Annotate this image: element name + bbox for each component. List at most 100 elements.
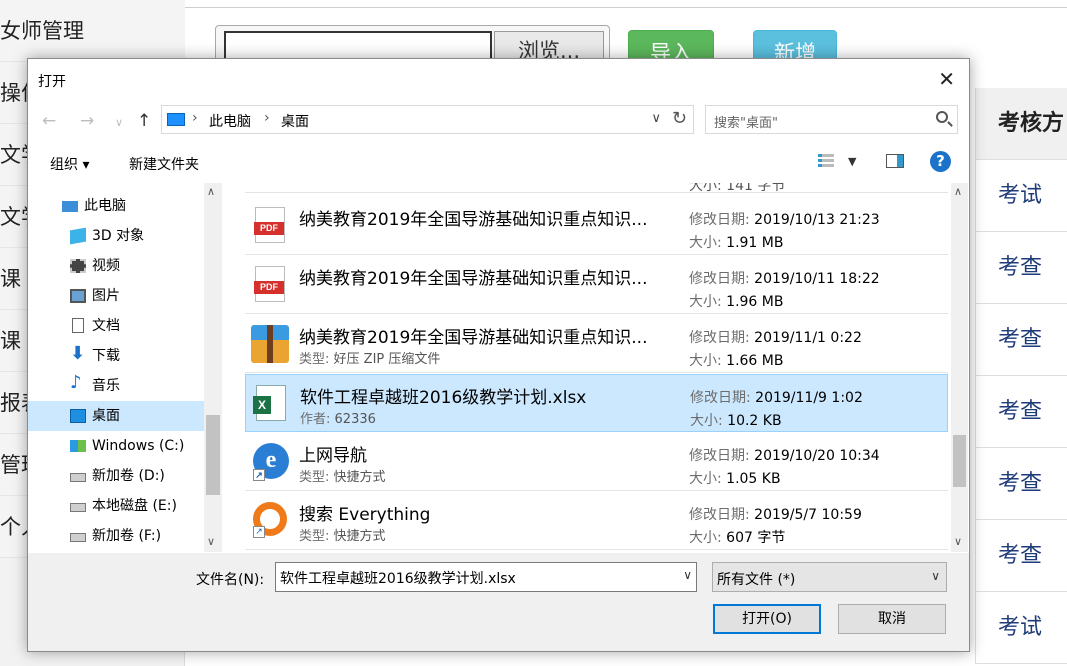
- address-segment-pc[interactable]: 此电脑: [209, 111, 251, 131]
- chevron-down-icon[interactable]: ▼: [848, 155, 856, 168]
- chevron-down-icon[interactable]: ∨: [683, 568, 692, 582]
- file-name: 软件工程卓越班2016级教学计划.xlsx: [300, 388, 587, 408]
- search-icon[interactable]: [936, 111, 948, 123]
- scroll-thumb[interactable]: [206, 415, 220, 495]
- file-size: 大小: 1.91 MB: [689, 235, 784, 251]
- refresh-icon[interactable]: ↻: [672, 108, 687, 129]
- list-item[interactable]: ↗ 搜索 Everything 类型: 快捷方式 修改日期: 2019/5/7 …: [245, 492, 948, 550]
- recent-dropdown-icon[interactable]: ∨: [115, 116, 123, 129]
- picture-icon: [70, 289, 86, 303]
- file-type: 类型: 好压 ZIP 压缩文件: [299, 352, 441, 367]
- tree-item-drive-d[interactable]: 新加卷 (D:): [28, 461, 204, 491]
- new-folder-button[interactable]: 新建文件夹: [129, 154, 199, 174]
- video-icon: [70, 259, 86, 273]
- list-item-partial[interactable]: 大小: 141 字节: [245, 183, 948, 194]
- file-date: 修改日期: 2019/10/11 18:22: [689, 271, 880, 287]
- cube-icon: [70, 227, 86, 245]
- address-segment-desktop[interactable]: 桌面: [281, 111, 309, 131]
- list-item[interactable]: 纳美教育2019年全国导游基础知识重点知识... 类型: 好压 ZIP 压缩文件…: [245, 315, 948, 373]
- help-icon[interactable]: ?: [930, 151, 951, 172]
- tree-item-label: Windows (C:): [92, 438, 185, 454]
- list-item[interactable]: e ↗ 上网导航 类型: 快捷方式 修改日期: 2019/10/20 10:34 …: [245, 433, 948, 491]
- search-box[interactable]: 搜索"桌面": [705, 105, 958, 134]
- file-size-partial: 大小: 141 字节: [689, 183, 786, 194]
- file-date: 修改日期: 2019/10/20 10:34: [689, 448, 880, 464]
- tree-item-label: 视频: [92, 258, 120, 274]
- tree-item-desktop[interactable]: 桌面: [28, 401, 204, 431]
- file-size: 大小: 607 字节: [689, 530, 786, 546]
- excel-file-icon: X: [253, 385, 286, 421]
- file-size: 大小: 1.66 MB: [689, 353, 784, 369]
- toolbar: 组织 ▾ 新建文件夹 ▼ ?: [28, 143, 969, 181]
- pc-icon: [62, 201, 78, 212]
- preview-pane-icon[interactable]: [886, 154, 904, 168]
- drive-icon: [70, 533, 86, 542]
- drive-icon: [70, 503, 86, 512]
- tree-item-drive-f[interactable]: 新加卷 (F:): [28, 521, 204, 551]
- tree-item-pc[interactable]: 此电脑: [28, 191, 204, 221]
- document-icon: [72, 318, 84, 333]
- chevron-right-icon[interactable]: ›: [192, 110, 198, 126]
- chevron-right-icon[interactable]: ›: [264, 110, 270, 126]
- dialog-footer: 文件名(N): 软件工程卓越班2016级教学计划.xlsx ∨ 所有文件 (*)…: [28, 553, 969, 651]
- tree-item-label: 新加卷 (D:): [92, 468, 165, 484]
- file-type: 类型: 快捷方式: [299, 529, 386, 544]
- list-item-selected[interactable]: X 软件工程卓越班2016级教学计划.xlsx 作者: 62336 修改日期: …: [245, 374, 948, 432]
- chevron-down-icon[interactable]: ∨: [931, 569, 940, 583]
- chevron-down-icon[interactable]: ∨: [651, 111, 661, 126]
- tree-item-music[interactable]: ♪ 音乐: [28, 371, 204, 401]
- tree-item-downloads[interactable]: ⬇ 下载: [28, 341, 204, 371]
- organize-menu[interactable]: 组织 ▾: [50, 154, 89, 174]
- file-type-filter[interactable]: 所有文件 (*) ∨: [712, 562, 947, 592]
- tree-item-documents[interactable]: 文档: [28, 311, 204, 341]
- forward-arrow-icon[interactable]: →: [80, 111, 94, 131]
- view-list-icon[interactable]: [818, 154, 834, 170]
- list-item[interactable]: PDF 纳美教育2019年全国导游基础知识重点知识... 修改日期: 2019/…: [245, 256, 948, 314]
- close-icon[interactable]: ✕: [938, 69, 955, 89]
- file-date: 修改日期: 2019/5/7 10:59: [689, 507, 862, 523]
- open-button[interactable]: 打开(O): [713, 604, 821, 634]
- chevron-down-icon[interactable]: ∨: [207, 535, 215, 548]
- address-bar[interactable]: › 此电脑 › 桌面 ∨ ↻: [161, 105, 694, 134]
- bg-table-cell: 考试: [975, 160, 1067, 232]
- bg-table-cell: 考试: [975, 592, 1067, 664]
- tree-item-video[interactable]: 视频: [28, 251, 204, 281]
- file-name: 纳美教育2019年全国导游基础知识重点知识...: [299, 328, 648, 348]
- tree-item-label: 图片: [92, 288, 120, 304]
- file-list: 大小: 141 字节 PDF 纳美教育2019年全国导游基础知识重点知识... …: [245, 183, 968, 552]
- list-item[interactable]: PDF 纳美教育2019年全国导游基础知识重点知识... 修改日期: 2019/…: [245, 197, 948, 255]
- open-file-dialog: 打开 ✕ ← → ∨ ↑ › 此电脑 › 桌面 ∨ ↻ 搜索"桌面" 组织 ▾ …: [27, 58, 970, 652]
- tree-item-drive-c[interactable]: Windows (C:): [28, 431, 204, 461]
- tree-scrollbar[interactable]: ∧ ∨: [204, 183, 222, 552]
- tree-item-pictures[interactable]: 图片: [28, 281, 204, 311]
- tree-item-3d[interactable]: 3D 对象: [28, 221, 204, 251]
- back-arrow-icon[interactable]: ←: [42, 111, 56, 131]
- everything-search-icon: ↗: [253, 502, 287, 538]
- file-date: 修改日期: 2019/11/1 0:22: [689, 330, 862, 346]
- file-name: 纳美教育2019年全国导游基础知识重点知识...: [299, 269, 648, 289]
- bg-nav-item[interactable]: 女师管理: [0, 0, 185, 62]
- tree-item-label: 音乐: [92, 378, 120, 394]
- zip-archive-icon: [251, 325, 289, 363]
- file-author: 作者: 62336: [300, 412, 376, 427]
- bg-table-header: 考核方: [975, 88, 1067, 160]
- chevron-up-icon[interactable]: ∧: [954, 185, 962, 198]
- chevron-down-icon[interactable]: ∨: [954, 535, 962, 548]
- file-size: 大小: 1.05 KB: [689, 471, 781, 487]
- filename-input[interactable]: 软件工程卓越班2016级教学计划.xlsx ∨: [275, 562, 697, 592]
- file-date: 修改日期: 2019/10/13 21:23: [689, 212, 880, 228]
- scroll-thumb[interactable]: [953, 435, 966, 487]
- filename-value: 软件工程卓越班2016级教学计划.xlsx: [280, 571, 516, 587]
- tree-item-drive-e[interactable]: 本地磁盘 (E:): [28, 491, 204, 521]
- chevron-up-icon[interactable]: ∧: [207, 185, 215, 198]
- file-list-scrollbar[interactable]: ∧ ∨: [951, 183, 968, 552]
- filter-value: 所有文件 (*): [717, 572, 796, 588]
- cancel-button[interactable]: 取消: [838, 604, 946, 634]
- bg-table: 考核方 考试 考查 考查 考查 考查 考查 考试: [975, 88, 1067, 664]
- tree-item-label: 桌面: [92, 408, 120, 424]
- pdf-file-icon: PDF: [254, 266, 285, 302]
- file-size: 大小: 1.96 MB: [689, 294, 784, 310]
- up-arrow-icon[interactable]: ↑: [137, 111, 151, 131]
- bg-table-cell: 考查: [975, 520, 1067, 592]
- file-size: 大小: 10.2 KB: [690, 413, 782, 429]
